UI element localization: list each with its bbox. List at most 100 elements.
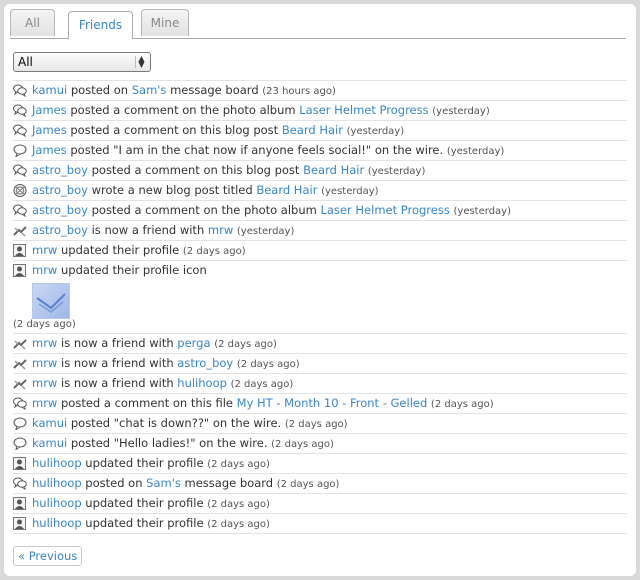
- feed-link[interactable]: kamui: [32, 436, 67, 450]
- feed-item-text: mrw updated their profile (2 days ago): [32, 241, 246, 261]
- feed-item: James posted a comment on the photo albu…: [13, 100, 627, 120]
- select-arrows-icon: ▲ ▼: [135, 55, 147, 69]
- feed-link[interactable]: James: [32, 103, 67, 117]
- feed-text: posted "Hello ladies!" on the wire.: [67, 436, 272, 450]
- feed-link[interactable]: mrw: [208, 223, 233, 237]
- feed-item: kamui posted on Sam's message board (23 …: [13, 80, 627, 100]
- feed-link[interactable]: mrw: [32, 243, 57, 257]
- tab-friends[interactable]: Friends: [68, 11, 133, 39]
- profile-icon: [13, 457, 27, 470]
- feed-item: astro_boy is now a friend with mrw (yest…: [13, 220, 627, 240]
- feed-item-text: hulihoop updated their profile (2 days a…: [32, 494, 270, 514]
- feed-text: posted on: [81, 476, 147, 490]
- feed-link[interactable]: James: [32, 123, 67, 137]
- feed-text: posted a comment on this file: [57, 396, 237, 410]
- feed-text: posted "I am in the chat now if anyone f…: [66, 143, 447, 157]
- feed-link[interactable]: hulihoop: [32, 476, 82, 490]
- feed-link[interactable]: mrw: [32, 336, 57, 350]
- feed-item: mrw is now a friend with astro_boy (2 da…: [13, 353, 627, 373]
- feed-link[interactable]: Laser Helmet Progress: [299, 103, 428, 117]
- feed-item-text: hulihoop updated their profile (2 days a…: [32, 454, 270, 474]
- timestamp: (2 days ago): [207, 519, 270, 530]
- feed-link[interactable]: James: [32, 143, 67, 157]
- timestamp: (2 days ago): [182, 246, 246, 257]
- timestamp: (2 days ago): [236, 359, 300, 370]
- feed-link[interactable]: Beard Hair: [303, 163, 364, 177]
- speech-bubble-icon: [13, 417, 27, 431]
- profile-icon-thumbnail[interactable]: [32, 283, 70, 319]
- feed-item-text: mrw is now a friend with perga (2 days a…: [32, 334, 277, 354]
- feed-link[interactable]: hulihoop: [32, 456, 82, 470]
- feed-text: posted a comment on the photo album: [66, 103, 300, 117]
- feed-text: updated their profile: [81, 516, 208, 530]
- feed-item: mrw is now a friend with hulihoop (2 day…: [13, 373, 627, 393]
- timestamp: (23 hours ago): [262, 86, 336, 97]
- timestamp: (yesterday): [446, 146, 505, 157]
- feed-text: is now a friend with: [87, 223, 208, 237]
- timestamp: (2 days ago): [271, 439, 334, 450]
- feed-link[interactable]: hulihoop: [32, 496, 82, 510]
- feed-text: posted a comment on this blog post: [87, 163, 304, 177]
- feed-link[interactable]: perga: [177, 336, 210, 350]
- feed-item: kamui posted "Hello ladies!" on the wire…: [13, 433, 627, 453]
- feed-link[interactable]: hulihoop: [177, 376, 227, 390]
- feed-item-text: astro_boy posted a comment on the photo …: [32, 201, 511, 221]
- tab-all[interactable]: All: [10, 9, 55, 36]
- feed-text: updated their profile: [81, 456, 208, 470]
- friends-icon: [13, 377, 27, 390]
- friends-icon: [13, 337, 27, 350]
- feed-item: mrw updated their profile (2 days ago): [13, 240, 627, 260]
- feed-text: is now a friend with: [57, 336, 178, 350]
- feed-item-text: hulihoop posted on Sam's message board (…: [32, 474, 339, 494]
- feed-text: posted a comment on this blog post: [66, 123, 282, 137]
- timestamp: (yesterday): [432, 106, 490, 117]
- feed-item-text: mrw posted a comment on this file My HT …: [32, 394, 494, 414]
- feed-link[interactable]: Sam's: [132, 83, 167, 97]
- feed-link[interactable]: astro_boy: [32, 223, 88, 237]
- feed-link[interactable]: astro_boy: [32, 203, 88, 217]
- feed-item: mrw updated their profile icon (2 days ag…: [13, 260, 627, 333]
- friends-icon: [13, 357, 27, 370]
- comments-icon: [13, 84, 27, 98]
- feed-link[interactable]: Beard Hair: [282, 123, 343, 137]
- feed-link[interactable]: kamui: [32, 416, 67, 430]
- feed-item-text: kamui posted on Sam's message board (23 …: [32, 81, 336, 101]
- feed-item: astro_boy wrote a new blog post titled B…: [13, 180, 627, 200]
- feed-text: posted a comment on the photo album: [87, 203, 321, 217]
- timestamp: (yesterday): [367, 166, 426, 177]
- feed-link[interactable]: kamui: [32, 83, 67, 97]
- comments-icon: [13, 204, 27, 218]
- blog-icon: [13, 184, 27, 197]
- comments-icon: [13, 104, 27, 118]
- feed-item: kamui posted "chat is down??" on the wir…: [13, 413, 627, 433]
- feed-item-text: mrw updated their profile icon: [32, 261, 207, 280]
- feed-link[interactable]: mrw: [32, 263, 57, 277]
- profile-icon: [13, 497, 27, 510]
- tab-bar: All Friends Mine: [10, 9, 626, 39]
- feed-item-text: mrw is now a friend with hulihoop (2 day…: [32, 374, 293, 394]
- feed-link[interactable]: hulihoop: [32, 516, 82, 530]
- feed-link[interactable]: mrw: [32, 376, 57, 390]
- feed-link[interactable]: astro_boy: [177, 356, 233, 370]
- feed-link[interactable]: mrw: [32, 396, 57, 410]
- feed-link[interactable]: Laser Helmet Progress: [321, 203, 450, 217]
- feed-text: updated their profile: [81, 496, 208, 510]
- feed-link[interactable]: My HT - Month 10 - Front - Gelled: [237, 396, 428, 410]
- feed-link[interactable]: Sam's: [146, 476, 181, 490]
- feed-item: mrw posted a comment on this file My HT …: [13, 393, 627, 413]
- filter-selected-value: All: [18, 55, 33, 69]
- timestamp: (2 days ago): [207, 459, 270, 470]
- feed-item: hulihoop posted on Sam's message board (…: [13, 473, 627, 493]
- feed-item-text: hulihoop updated their profile (2 days a…: [32, 514, 270, 534]
- feed-text: posted on: [67, 83, 132, 97]
- feed-link[interactable]: astro_boy: [32, 183, 88, 197]
- feed-link[interactable]: astro_boy: [32, 163, 88, 177]
- timestamp: (2 days ago): [214, 339, 277, 350]
- feed-item: James posted a comment on this blog post…: [13, 120, 627, 140]
- filter-select[interactable]: All ▲ ▼: [13, 52, 151, 72]
- previous-page-button[interactable]: « Previous: [13, 546, 83, 566]
- tab-mine[interactable]: Mine: [141, 9, 189, 36]
- feed-link[interactable]: mrw: [32, 356, 57, 370]
- feed-link[interactable]: Beard Hair: [256, 183, 317, 197]
- feed-item: hulihoop updated their profile (2 days a…: [13, 513, 627, 533]
